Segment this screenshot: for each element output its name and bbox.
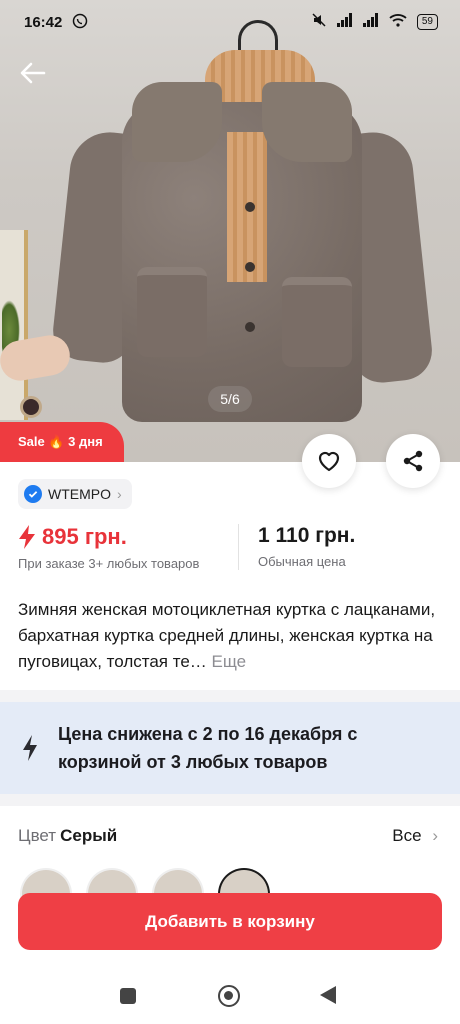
status-bar: 16:42 59 [0,0,460,44]
wrist-watch [20,396,42,418]
lightning-icon [23,735,37,761]
show-more-link[interactable]: Еще [212,652,247,671]
section-separator [0,794,460,806]
system-nav-bar [0,970,460,1024]
signal-icon [362,13,379,31]
back-button[interactable] [18,60,48,86]
all-colors-link[interactable]: Все › [392,826,438,846]
signal-icon [336,13,353,31]
image-counter: 5/6 [208,386,252,412]
system-back-button[interactable] [320,986,336,1004]
section-separator [0,690,460,702]
sale-price-block: 895 грн. При заказе 3+ любых товаров [18,524,199,571]
color-selector: Цвет Серый Все › [18,826,442,846]
lightning-icon [19,525,35,549]
add-to-cart-button[interactable]: Добавить в корзину [18,893,442,950]
color-label: Цвет [18,826,57,845]
favorite-button[interactable] [302,434,356,488]
battery-icon: 59 [416,14,438,30]
promo-banner: Цена снижена с 2 по 16 декабря с корзино… [0,702,460,794]
regular-price-block: 1 110 грн. Обычная цена [258,524,355,569]
regular-price: 1 110 грн. [258,524,356,547]
home-button[interactable] [218,985,240,1007]
whatsapp-icon [72,13,88,33]
chevron-right-icon: › [432,826,438,845]
price-divider [238,524,239,570]
color-value: Серый [60,826,118,845]
status-time: 16:42 [24,14,63,31]
promo-text: Цена снижена с 2 по 16 декабря с корзино… [58,724,358,772]
sale-badge: Sale 🔥 3 дня [0,422,124,462]
regular-price-note: Обычная цена [258,554,346,569]
coat-image [50,62,435,422]
sale-price: 895 грн. [42,524,127,549]
product-description: Зимняя женская мотоциклетная куртка с ла… [18,597,442,675]
sale-price-note: При заказе 3+ любых товаров [18,556,200,571]
chevron-right-icon: › [117,486,122,502]
wifi-icon [389,13,407,31]
mute-icon [311,12,327,32]
verified-icon [24,485,42,503]
heart-icon [318,451,340,472]
seller-name: WTEMPO [48,486,111,502]
share-button[interactable] [386,434,440,488]
picture-frame [0,230,28,420]
arrow-left-icon [20,62,46,84]
share-icon [403,450,423,472]
seller-chip[interactable]: WTEMPO › [18,479,132,509]
recents-button[interactable] [120,988,136,1004]
